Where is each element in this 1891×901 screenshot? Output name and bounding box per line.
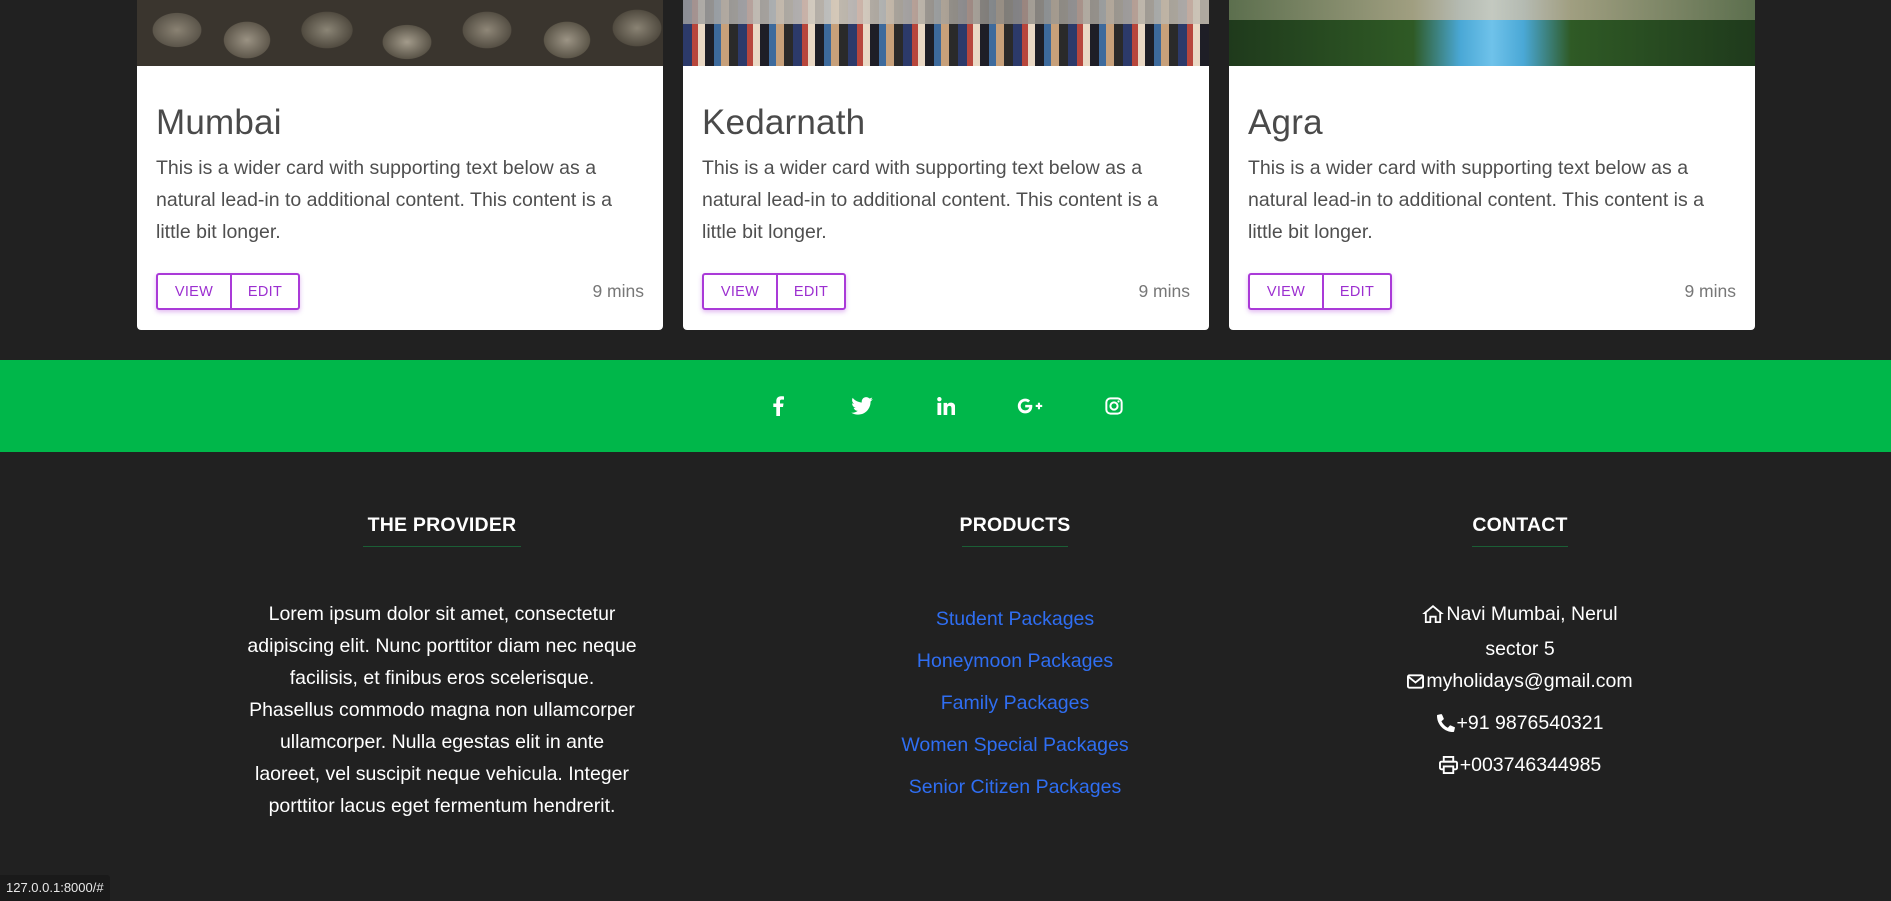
card-text: This is a wider card with supporting tex… [1248, 157, 1705, 243]
card-image [137, 0, 663, 66]
home-icon [1422, 605, 1445, 623]
card-button-group: VIEW EDIT [1248, 273, 1392, 310]
card-image [683, 0, 1209, 66]
edit-button[interactable]: EDIT [230, 275, 298, 308]
contact-fax: +003746344985 [1325, 749, 1715, 781]
card-title: Kedarnath [702, 103, 866, 142]
envelope-icon [1407, 673, 1425, 689]
read-time: 9 mins [1138, 281, 1190, 301]
twitter-icon[interactable] [820, 397, 904, 415]
contact-email: myholidays@gmail.com [1325, 665, 1715, 697]
destination-card-kedarnath: Kedarnath This is a wider card with supp… [683, 0, 1209, 330]
read-time: 9 mins [1684, 281, 1736, 301]
facebook-icon[interactable] [736, 396, 820, 416]
heading-divider [1472, 546, 1568, 547]
linkedin-icon[interactable] [904, 397, 988, 415]
google-plus-icon[interactable] [988, 398, 1072, 414]
heading-divider [962, 546, 1068, 547]
contact-details: Navi Mumbai, Nerul sector 5 myholidays@g… [1325, 598, 1715, 781]
products-heading: PRODUCTS [959, 514, 1071, 536]
link-honeymoon-packages[interactable]: Honeymoon Packages [820, 640, 1210, 682]
instagram-icon[interactable] [1072, 397, 1156, 415]
link-women-special-packages[interactable]: Women Special Packages [820, 724, 1210, 766]
edit-button[interactable]: EDIT [776, 275, 844, 308]
view-button[interactable]: VIEW [158, 275, 230, 308]
contact-phone: +91 9876540321 [1325, 707, 1715, 739]
destination-card-mumbai: Mumbai This is a wider card with support… [137, 0, 663, 330]
phone-text: +91 9876540321 [1456, 712, 1604, 734]
social-bar [0, 360, 1891, 452]
provider-description: Lorem ipsum dolor sit amet, consectetur … [247, 603, 637, 817]
card-title: Mumbai [156, 103, 282, 142]
contact-address: Navi Mumbai, Nerul sector 5 [1325, 598, 1715, 665]
card-deck: Mumbai This is a wider card with support… [137, 0, 1756, 330]
contact-heading: CONTACT [1472, 514, 1568, 536]
edit-button[interactable]: EDIT [1322, 275, 1390, 308]
products-links: Student Packages Honeymoon Packages Fami… [820, 598, 1210, 808]
fax-text: +003746344985 [1459, 754, 1602, 776]
view-button[interactable]: VIEW [704, 275, 776, 308]
destination-card-agra: Agra This is a wider card with supportin… [1229, 0, 1755, 330]
status-bar-url: 127.0.0.1:8000/# [0, 875, 110, 901]
link-student-packages[interactable]: Student Packages [820, 598, 1210, 640]
printer-icon [1438, 756, 1458, 774]
read-time: 9 mins [592, 281, 644, 301]
card-button-group: VIEW EDIT [702, 273, 846, 310]
card-image [1229, 0, 1755, 66]
site-footer: THE PROVIDER Lorem ipsum dolor sit amet,… [0, 452, 1891, 901]
card-title: Agra [1248, 103, 1323, 142]
provider-heading: THE PROVIDER [367, 514, 517, 536]
address-line-1: Navi Mumbai, Nerul [1446, 603, 1618, 625]
link-senior-citizen-packages[interactable]: Senior Citizen Packages [820, 766, 1210, 808]
card-button-group: VIEW EDIT [156, 273, 300, 310]
view-button[interactable]: VIEW [1250, 275, 1322, 308]
card-text: This is a wider card with supporting tex… [156, 157, 613, 243]
phone-icon [1436, 714, 1455, 732]
address-line-2: sector 5 [1485, 638, 1555, 660]
link-family-packages[interactable]: Family Packages [820, 682, 1210, 724]
card-text: This is a wider card with supporting tex… [702, 157, 1159, 243]
email-text: myholidays@gmail.com [1426, 670, 1633, 692]
heading-divider [363, 546, 521, 547]
